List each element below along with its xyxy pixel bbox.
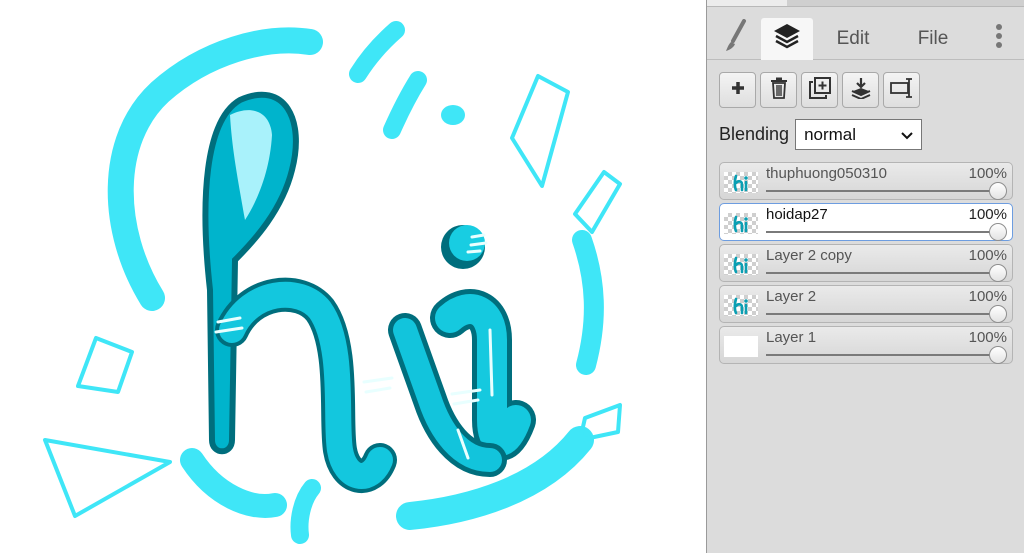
merge-down-button[interactable] [842, 72, 879, 108]
opacity-slider-fill [766, 272, 998, 274]
layer-thumbnail [724, 336, 758, 357]
opacity-slider-knob[interactable] [989, 182, 1007, 200]
duplicate-icon [808, 76, 831, 104]
layer-name[interactable]: hoidap27 [766, 206, 828, 223]
plus-icon [730, 80, 746, 101]
trash-icon [770, 77, 788, 104]
opacity-slider-fill [766, 354, 998, 356]
brush-icon [724, 19, 748, 59]
rename-icon [889, 77, 914, 104]
tab-brush[interactable] [713, 18, 759, 60]
layer-opacity-value: 100% [968, 247, 1007, 264]
tab-layers[interactable] [761, 18, 813, 60]
blending-value: normal [804, 124, 857, 144]
opacity-slider[interactable] [766, 223, 1007, 241]
panel-header-strip [707, 0, 1024, 7]
opacity-slider[interactable] [766, 305, 1007, 323]
layer-list: thuphuong050310 100% hoidap27 100% Layer 2 c… [719, 162, 1013, 367]
opacity-slider-knob[interactable] [989, 264, 1007, 282]
opacity-slider-fill [766, 190, 998, 192]
layer-row[interactable]: Layer 1 100% [719, 326, 1013, 364]
chevron-down-icon [901, 125, 913, 145]
layers-icon [772, 22, 802, 56]
layer-thumbnail [724, 295, 758, 316]
opacity-slider[interactable] [766, 182, 1007, 200]
panel-tabs: Edit File [707, 8, 1024, 60]
opacity-slider-knob[interactable] [989, 346, 1007, 364]
layer-name[interactable]: Layer 2 copy [766, 247, 852, 264]
layer-name[interactable]: Layer 2 [766, 288, 816, 305]
drawing-canvas[interactable] [0, 0, 706, 553]
layers-panel: Edit File Blending normal thuphuong05031… [706, 0, 1024, 553]
layer-row[interactable]: hoidap27 100% [719, 203, 1013, 241]
hi-artwork [43, 21, 622, 544]
opacity-slider-fill [766, 231, 998, 233]
layer-thumbnail [724, 213, 758, 234]
layer-thumbnail [724, 172, 758, 193]
rename-layer-button[interactable] [883, 72, 920, 108]
layer-row[interactable]: Layer 2 copy 100% [719, 244, 1013, 282]
add-layer-button[interactable] [719, 72, 756, 108]
blending-label: Blending [719, 124, 790, 144]
opacity-slider-fill [766, 313, 998, 315]
tab-more[interactable] [985, 18, 1013, 60]
tab-edit[interactable]: Edit [823, 18, 883, 60]
merge-down-icon [850, 77, 872, 104]
more-vertical-icon [995, 23, 1003, 55]
layer-opacity-value: 100% [968, 288, 1007, 305]
blending-select[interactable]: normal [795, 119, 923, 150]
layer-row[interactable]: Layer 2 100% [719, 285, 1013, 323]
opacity-slider-knob[interactable] [989, 223, 1007, 241]
layer-thumbnail [724, 254, 758, 275]
layer-row[interactable]: thuphuong050310 100% [719, 162, 1013, 200]
blending-row: Blending normal [719, 119, 923, 150]
opacity-slider[interactable] [766, 264, 1007, 282]
opacity-slider-knob[interactable] [989, 305, 1007, 323]
tab-file[interactable]: File [905, 18, 961, 60]
layer-name[interactable]: Layer 1 [766, 329, 816, 346]
layer-opacity-value: 100% [968, 206, 1007, 223]
layer-opacity-value: 100% [968, 329, 1007, 346]
delete-layer-button[interactable] [760, 72, 797, 108]
layer-name[interactable]: thuphuong050310 [766, 165, 887, 182]
layer-opacity-value: 100% [968, 165, 1007, 182]
duplicate-layer-button[interactable] [801, 72, 838, 108]
opacity-slider[interactable] [766, 346, 1007, 364]
